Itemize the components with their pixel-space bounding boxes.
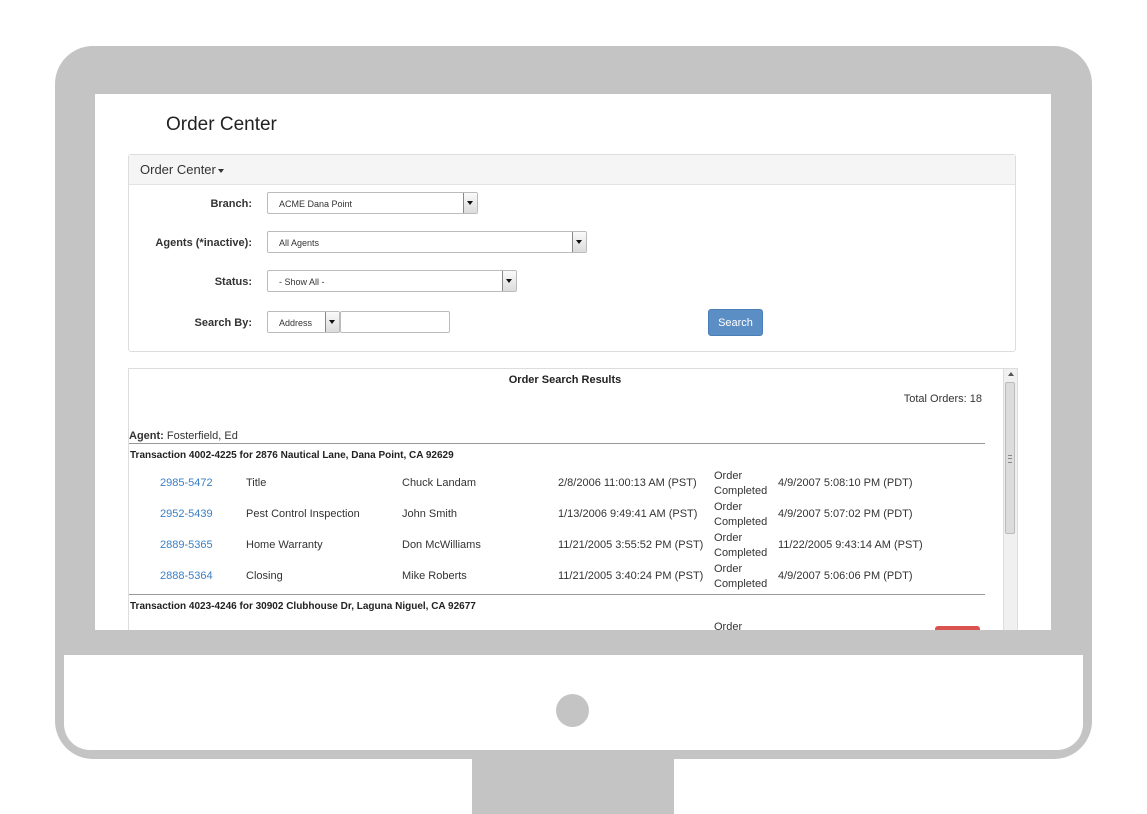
order-type: Title — [246, 477, 267, 489]
search-button[interactable]: Search — [708, 309, 763, 336]
panel-header-dropdown[interactable]: Order Center — [129, 155, 1015, 185]
status-label: Status: — [214, 276, 252, 288]
scroll-up-icon[interactable] — [1008, 372, 1014, 376]
vertical-scrollbar[interactable] — [1003, 369, 1017, 630]
status-line-2: Completed — [714, 547, 768, 559]
order-type: Pest Control Inspection — [246, 508, 360, 520]
search-text-input[interactable] — [340, 311, 450, 333]
order-date: 2/8/2006 11:00:13 AM (PST) — [558, 477, 697, 489]
agents-label: Agents (*inactive): — [155, 237, 252, 249]
status-line-1: Order — [714, 501, 743, 513]
status-line-2: Completed — [714, 578, 768, 590]
order-link[interactable]: 2985-5472 — [160, 477, 213, 489]
order-type: Closing — [246, 570, 283, 582]
order-search-results: Order Search Results Total Orders: 18 Ag… — [128, 368, 1018, 630]
page-title: Order Center — [166, 114, 277, 135]
transaction-header: Transaction 4023-4246 for 30902 Clubhous… — [130, 601, 476, 612]
order-date: 11/21/2005 3:55:52 PM (PST) — [558, 539, 704, 551]
table-row: 2888-5364 Closing Mike Roberts 11/21/200… — [129, 561, 999, 592]
status-row: Status: - Show All - — [129, 270, 1015, 294]
order-status: Order — [714, 621, 743, 630]
completed-date: 11/22/2005 9:43:14 AM (PST) — [778, 539, 923, 551]
status-line-2: Completed — [714, 485, 768, 497]
transaction-header: Transaction 4002-4225 for 2876 Nautical … — [130, 450, 454, 461]
order-status: Order Completed — [714, 562, 767, 592]
order-person: Chuck Landam — [402, 477, 476, 489]
agents-select[interactable]: All Agents — [267, 231, 587, 253]
completed-date: 4/9/2007 5:08:10 PM (PDT) — [778, 477, 913, 489]
order-date: 1/13/2006 9:49:41 AM (PST) — [558, 508, 698, 520]
table-row: Order — [129, 619, 999, 630]
status-line-1: Order — [714, 532, 743, 544]
order-person: John Smith — [402, 508, 458, 520]
branch-label: Branch: — [210, 198, 252, 210]
table-row: 2985-5472 Title Chuck Landam 2/8/2006 11… — [129, 468, 999, 499]
delete-button[interactable] — [935, 626, 980, 630]
table-row: 2889-5365 Home Warranty Don McWilliams 1… — [129, 530, 999, 561]
total-orders: Total Orders: 18 — [903, 393, 982, 405]
status-line-2: Completed — [714, 516, 768, 528]
branch-select[interactable]: ACME Dana Point — [267, 192, 478, 214]
order-date: 11/21/2005 3:40:24 PM (PST) — [558, 570, 704, 582]
agents-row: Agents (*inactive): All Agents — [129, 231, 1015, 255]
order-status: Order Completed — [714, 531, 767, 561]
table-row: 2952-5439 Pest Control Inspection John S… — [129, 499, 999, 530]
agent-name: Fosterfield, Ed — [166, 430, 238, 442]
agent-line: Agent: Fosterfield, Ed — [129, 430, 238, 442]
agent-label: Agent: — [129, 430, 164, 442]
dropdown-arrow-icon[interactable] — [463, 193, 477, 213]
results-title: Order Search Results — [508, 374, 622, 386]
grip-icon — [1008, 455, 1012, 463]
panel-header-label: Order Center — [140, 162, 216, 177]
agents-select-value: All Agents — [279, 238, 320, 248]
status-select-value: - Show All - — [279, 277, 325, 287]
status-line-1: Order — [714, 563, 743, 575]
order-status: Order Completed — [714, 500, 767, 530]
order-link[interactable]: 2952-5439 — [160, 508, 213, 520]
divider — [129, 594, 985, 595]
search-by-row: Search By: Address Search — [129, 309, 1015, 336]
order-center-panel: Order Center Branch: ACME Dana Point Age… — [128, 154, 1016, 352]
dropdown-arrow-icon[interactable] — [572, 232, 586, 252]
order-person: Don McWilliams — [402, 539, 481, 551]
search-by-select[interactable]: Address — [267, 311, 340, 333]
order-link[interactable]: 2889-5365 — [160, 539, 213, 551]
power-button-icon — [556, 694, 589, 727]
completed-date: 4/9/2007 5:07:02 PM (PDT) — [778, 508, 913, 520]
branch-row: Branch: ACME Dana Point — [129, 192, 1015, 216]
status-line-1: Order — [714, 470, 743, 482]
completed-date: 4/9/2007 5:06:06 PM (PDT) — [778, 570, 913, 582]
status-select[interactable]: - Show All - — [267, 270, 517, 292]
caret-down-icon — [217, 168, 224, 173]
order-type: Home Warranty — [246, 539, 323, 551]
dropdown-arrow-icon[interactable] — [325, 312, 339, 332]
order-person: Mike Roberts — [402, 570, 467, 582]
order-status: Order Completed — [714, 469, 767, 499]
branch-select-value: ACME Dana Point — [279, 199, 353, 209]
monitor-stand — [472, 759, 674, 814]
search-by-select-value: Address — [279, 318, 313, 328]
screen: Order Center Order Center Branch: ACME D… — [95, 94, 1051, 630]
scroll-thumb[interactable] — [1005, 382, 1015, 534]
order-link[interactable]: 2888-5364 — [160, 570, 213, 582]
search-by-label: Search By: — [194, 317, 252, 329]
dropdown-arrow-icon[interactable] — [502, 271, 516, 291]
divider — [129, 443, 985, 444]
